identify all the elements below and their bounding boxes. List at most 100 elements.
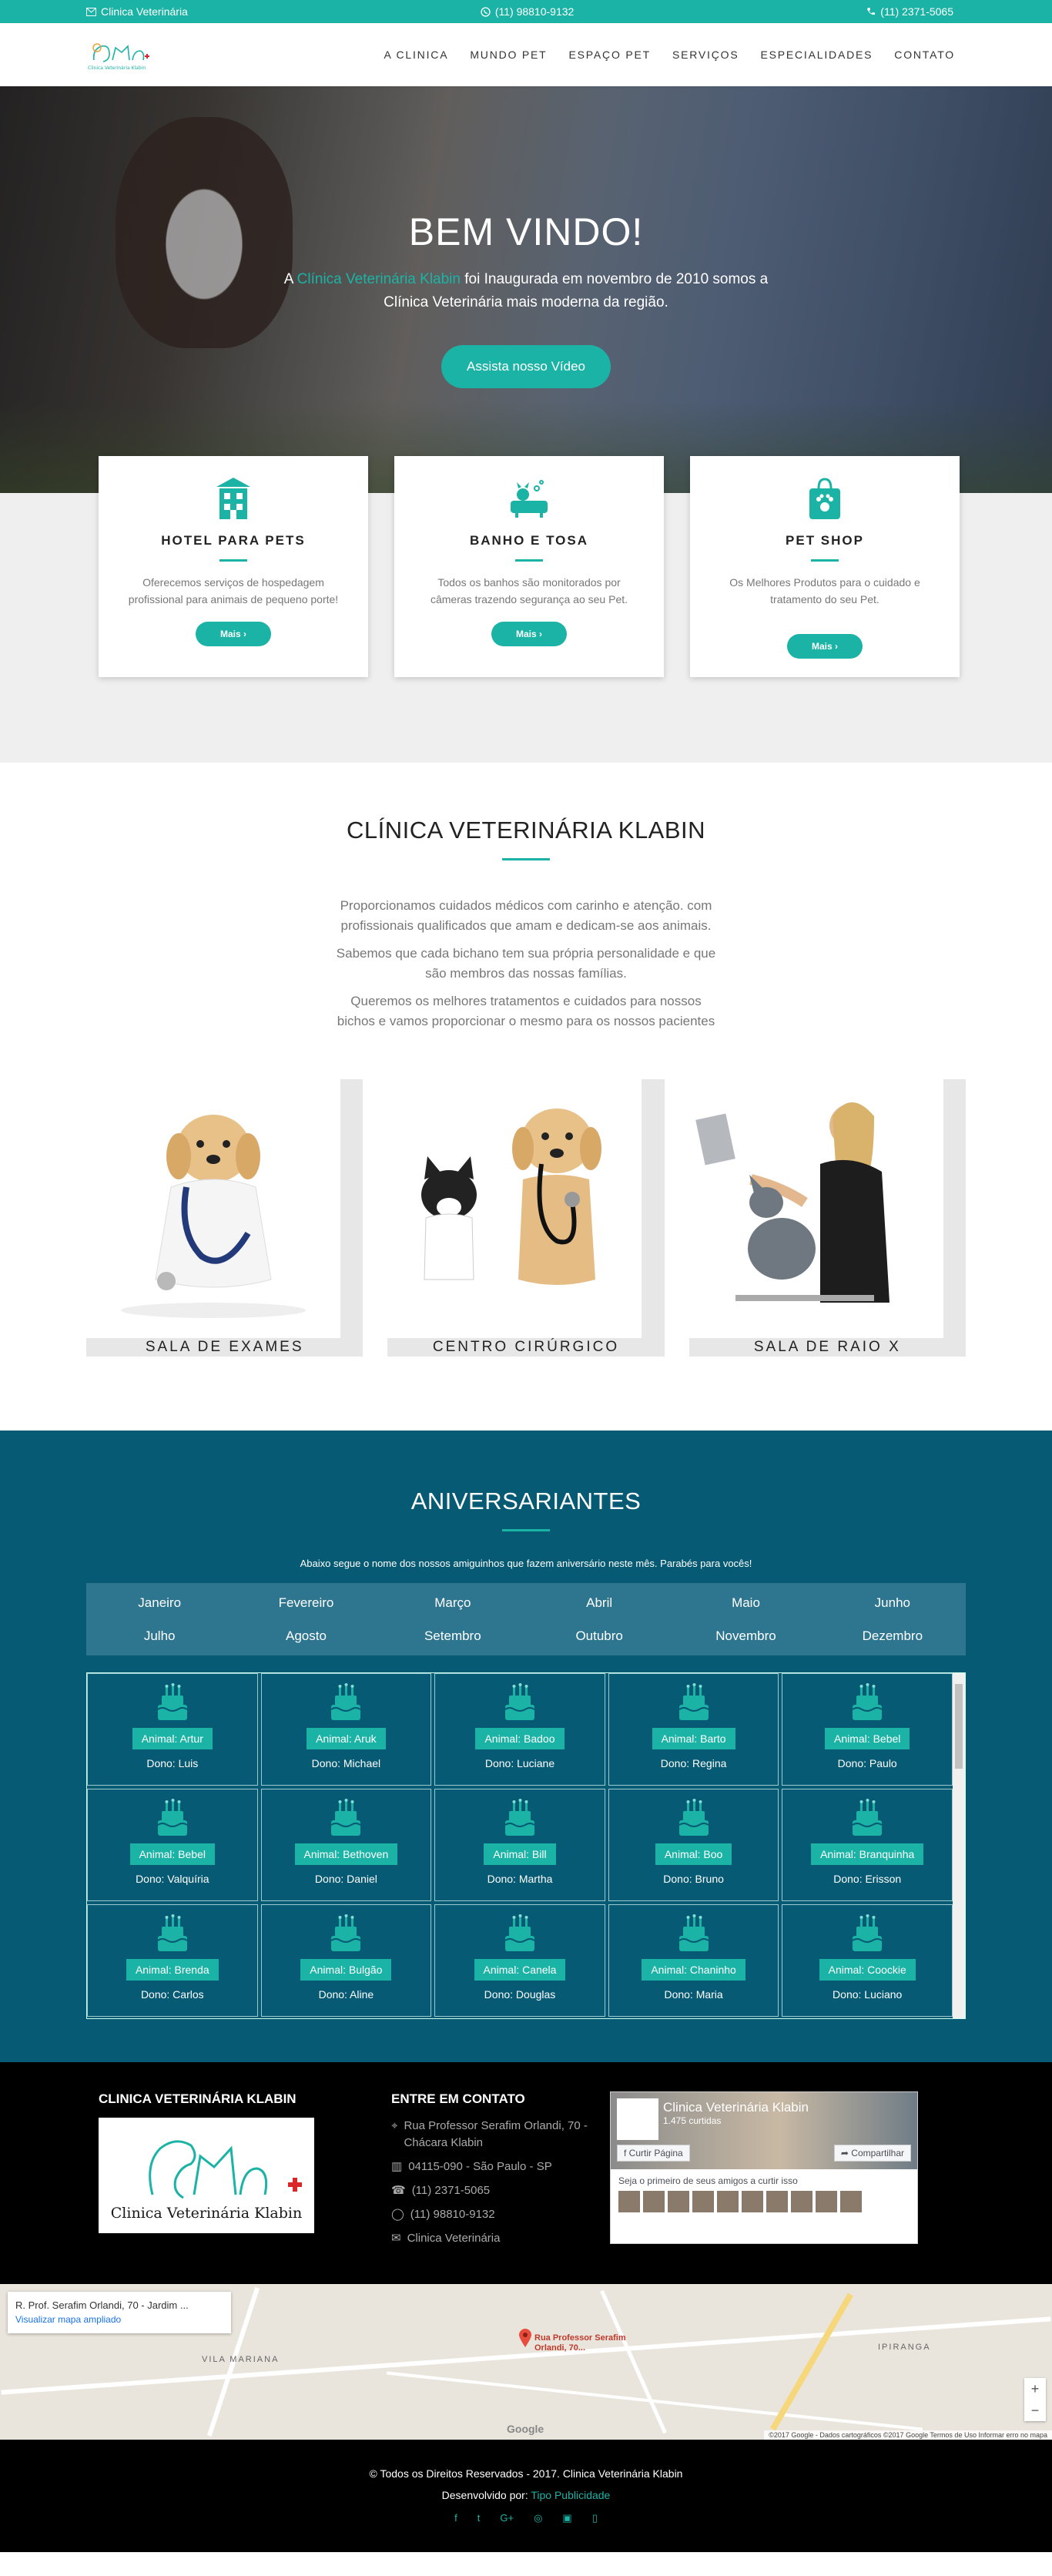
facebook-share-button[interactable]: ➦ Compartilhar [833,2145,911,2162]
room-label: SALA DE EXAMES [145,1339,304,1355]
service-text: Oferecemos serviços de hospedagem profis… [128,576,339,605]
birthday-card: Animal: Bebel Dono: Valquíria [87,1789,258,1901]
month-tab-maio[interactable]: Maio [672,1586,819,1619]
map-pin-icon[interactable] [519,2329,531,2347]
footer-email[interactable]: ✉ Clinica Veterinária [391,2230,610,2247]
avatar[interactable] [618,2191,640,2212]
avatar[interactable] [692,2191,714,2212]
hero-title: BEM VINDO! [408,210,644,253]
birthday-card: Animal: Canela Dono: Douglas [434,1904,605,2017]
facebook-icon[interactable]: f [454,2507,457,2529]
service-text: Todos os banhos são monitorados por câme… [430,576,628,605]
more-button-petshop[interactable]: Mais › [786,634,863,659]
month-tab-fevereiro[interactable]: Fevereiro [233,1586,379,1619]
watch-video-button[interactable]: Assista nosso Vídeo [441,345,611,388]
month-tab-agosto[interactable]: Agosto [233,1619,379,1652]
birthday-card: Animal: Brenda Dono: Carlos [87,1904,258,2017]
google-map[interactable]: R. Prof. Serafim Orlandi, 70 - Jardim ..… [0,2284,1052,2440]
hero-clinic-name: Clínica Veterinária Klabin [297,271,461,287]
avatar[interactable] [791,2191,812,2212]
pet-name: Animal: Artur [132,1728,213,1749]
facebook-page-name[interactable]: Clinica Veterinária Klabin [663,2100,809,2115]
month-tab-janeiro[interactable]: Janeiro [86,1586,233,1619]
avatar[interactable] [766,2191,788,2212]
map-enlarge-link[interactable]: Visualizar mapa ampliado [15,2314,223,2325]
pet-owner: Dono: Luciano [833,1988,903,2001]
nav-menu: A CLINICA MUNDO PET ESPAÇO PET SERVIÇOS … [373,49,966,61]
avatar[interactable] [742,2191,763,2212]
pet-name: Animal: Bebel [825,1728,910,1749]
room-card-surgery[interactable]: CENTRO CIRÚRGICO [387,1079,665,1357]
facebook-page-avatar[interactable] [617,2098,658,2140]
hero-banner: BEM VINDO! A Clínica Veterinária Klabin … [0,86,1052,493]
month-tab-junho[interactable]: Junho [819,1586,966,1619]
avatar[interactable] [840,2191,862,2212]
map-zoom-control[interactable]: + − [1024,2378,1046,2421]
pet-owner: Dono: Valquíria [136,1873,209,1885]
puppy-doctor-image [86,1079,340,1338]
facebook-friend-avatars [618,2191,910,2212]
avatar[interactable] [668,2191,689,2212]
pet-owner: Dono: Daniel [314,1873,377,1885]
service-card-petshop: PET SHOP Os Melhores Produtos para o cui… [690,456,960,677]
birthdays-intro: Abaixo segue o nome dos nossos amiguinho… [300,1558,752,1569]
more-button-bath[interactable]: Mais › [491,622,567,646]
twitter-icon[interactable]: t [477,2507,481,2529]
lock-icon[interactable]: ▣ [562,2507,571,2529]
whatsapp-icon [481,6,491,17]
nav-item-mundo-pet[interactable]: MUNDO PET [459,49,558,61]
month-tab-dezembro[interactable]: Dezembro [819,1619,966,1652]
room-card-xray[interactable]: SALA DE RAIO X [688,1079,966,1357]
birthday-list-scrollbar[interactable] [953,1673,965,2018]
developer-link[interactable]: Tipo Publicidade [531,2489,610,2501]
pet-name: Animal: Barto [652,1728,735,1749]
topbar-phone[interactable]: (11) 2371-5065 [866,5,953,18]
pinterest-icon[interactable]: ◎ [534,2507,542,2529]
google-plus-icon[interactable]: G+ [500,2507,514,2529]
birthday-list: Animal: Artur Dono: Luis Animal: Aruk Dono:… [86,1672,966,2019]
birthday-cake-icon [327,1799,365,1839]
map-district-label: IPIRANGA [878,2343,931,2352]
month-tab-setembro[interactable]: Setembro [380,1619,526,1652]
birthday-cake-icon [327,1914,365,1954]
service-title: BANHO E TOSA [469,533,589,548]
hotel-icon [212,475,255,522]
service-title: PET SHOP [786,533,864,548]
nav-item-clinica[interactable]: A CLINICA [373,49,459,61]
map-icon: ▥ [391,2160,403,2173]
topbar-whatsapp[interactable]: (11) 98810-9132 [481,5,574,18]
pet-name: Animal: Brenda [126,1959,219,1981]
birthday-card: Animal: Badoo Dono: Luciane [434,1673,605,1786]
room-card-exams[interactable]: SALA DE EXAMES [86,1079,364,1357]
avatar[interactable] [643,2191,665,2212]
month-tab-outubro[interactable]: Outubro [526,1619,672,1652]
avatar[interactable] [717,2191,739,2212]
site-logo[interactable]: Clinica Veterinária Klabin [86,37,151,72]
month-tab-abril[interactable]: Abril [526,1586,672,1619]
nav-item-contato[interactable]: CONTATO [883,49,966,61]
birthday-cake-icon [848,1799,886,1839]
map-attribution[interactable]: ©2017 Google - Dados cartográficos ©2017… [764,2430,1052,2440]
month-tab-julho[interactable]: Julho [86,1619,233,1652]
footer-about-title: CLINICA VETERINÁRIA KLABIN [99,2091,297,2106]
nav-item-especialidades[interactable]: ESPECIALIDADES [749,49,883,61]
footer-whatsapp[interactable]: ◯ (11) 98810-9132 [391,2206,610,2223]
more-button-hotel[interactable]: Mais › [195,622,271,646]
pet-owner: Dono: Carlos [140,1988,204,2001]
footer-phone[interactable]: ☎ (11) 2371-5065 [391,2182,610,2199]
birthdays-title: ANIVERSARIANTES [410,1488,642,1514]
about-paragraph: Proporcionamos cuidados médicos com cari… [340,898,712,933]
nav-item-espaco-pet[interactable]: ESPAÇO PET [558,49,662,61]
month-tab-novembro[interactable]: Novembro [672,1619,819,1652]
birthday-cake-icon [848,1683,886,1723]
topbar-email[interactable]: Clinica Veterinária [86,5,188,18]
avatar[interactable] [816,2191,837,2212]
birthday-card: Animal: Bethoven Dono: Daniel [260,1789,432,1901]
pet-owner: Dono: Erisson [833,1873,902,1885]
footer-address: ⌖ Rua Professor Serafim Orlandi, 70 - Ch… [391,2118,610,2152]
month-tab-marco[interactable]: Março [380,1586,526,1619]
birthday-card: Animal: Barto Dono: Regina [608,1673,779,1786]
facebook-like-button[interactable]: f Curtir Página [617,2145,690,2162]
nav-item-servicos[interactable]: SERVIÇOS [662,49,750,61]
mobile-icon[interactable]: ▯ [592,2507,598,2529]
